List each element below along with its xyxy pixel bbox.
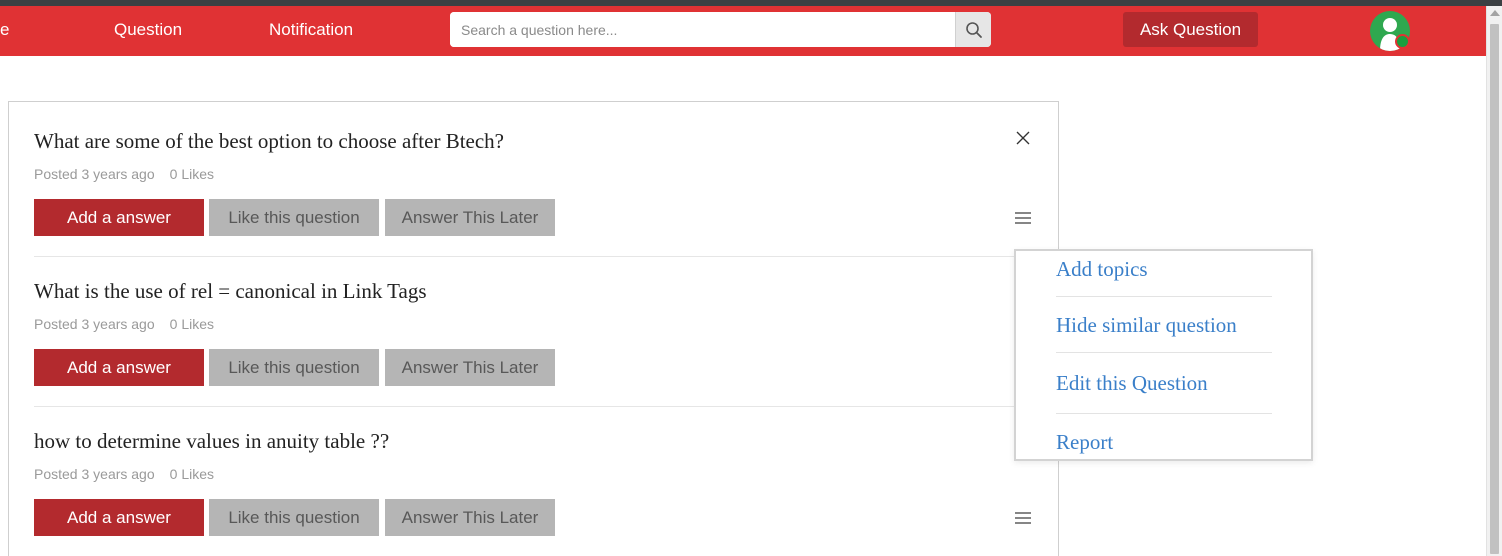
menu-item-hide-similar[interactable]: Hide similar question: [1056, 313, 1237, 338]
answer-later-button[interactable]: Answer This Later: [385, 199, 555, 236]
search-input[interactable]: [450, 12, 955, 47]
question-title[interactable]: What is the use of rel = canonical in Li…: [34, 279, 427, 304]
online-status-indicator: [1395, 34, 1410, 49]
search-bar: [450, 12, 991, 47]
hamburger-menu-icon[interactable]: [1011, 506, 1035, 530]
menu-divider: [1056, 296, 1272, 297]
like-question-button[interactable]: Like this question: [209, 499, 379, 536]
scroll-up-arrow-icon[interactable]: [1490, 10, 1500, 16]
answer-later-button[interactable]: Answer This Later: [385, 349, 555, 386]
answer-later-button[interactable]: Answer This Later: [385, 499, 555, 536]
menu-item-edit-question[interactable]: Edit this Question: [1056, 371, 1208, 396]
like-question-button[interactable]: Like this question: [209, 199, 379, 236]
nav-home-link[interactable]: e: [0, 6, 9, 54]
hamburger-menu-icon[interactable]: [1011, 206, 1035, 230]
like-question-button[interactable]: Like this question: [209, 349, 379, 386]
like-count: 0 Likes: [169, 316, 214, 332]
ask-question-button[interactable]: Ask Question: [1123, 12, 1258, 47]
add-answer-button[interactable]: Add a answer: [34, 199, 204, 236]
question-title[interactable]: how to determine values in anuity table …: [34, 429, 389, 454]
like-count: 0 Likes: [169, 466, 214, 482]
page-scrollbar[interactable]: [1486, 6, 1502, 556]
posted-time: Posted 3 years ago: [34, 166, 155, 182]
menu-divider: [1056, 413, 1272, 414]
menu-item-report[interactable]: Report: [1056, 430, 1113, 455]
question-meta: Posted 3 years ago 0 Likes: [34, 316, 214, 332]
question-divider: [34, 406, 1034, 407]
scrollbar-thumb[interactable]: [1490, 24, 1499, 554]
search-button[interactable]: [955, 12, 991, 47]
menu-item-add-topics[interactable]: Add topics: [1056, 257, 1148, 282]
add-answer-button[interactable]: Add a answer: [34, 499, 204, 536]
nav-question-link[interactable]: Question: [114, 6, 182, 54]
question-meta: Posted 3 years ago 0 Likes: [34, 466, 214, 482]
search-icon: [965, 21, 983, 39]
menu-divider: [1056, 352, 1272, 353]
navbar: e Question Notification Ask Question: [0, 6, 1486, 56]
nav-notification-link[interactable]: Notification: [269, 6, 353, 54]
question-meta: Posted 3 years ago 0 Likes: [34, 166, 214, 182]
add-answer-button[interactable]: Add a answer: [34, 349, 204, 386]
question-title[interactable]: What are some of the best option to choo…: [34, 129, 504, 154]
question-divider: [34, 256, 1034, 257]
posted-time: Posted 3 years ago: [34, 466, 155, 482]
question-feed: What are some of the best option to choo…: [8, 101, 1059, 556]
posted-time: Posted 3 years ago: [34, 316, 155, 332]
question-options-menu: Add topics Hide similar question Edit th…: [1014, 249, 1313, 461]
close-icon[interactable]: [1011, 126, 1035, 150]
like-count: 0 Likes: [169, 166, 214, 182]
